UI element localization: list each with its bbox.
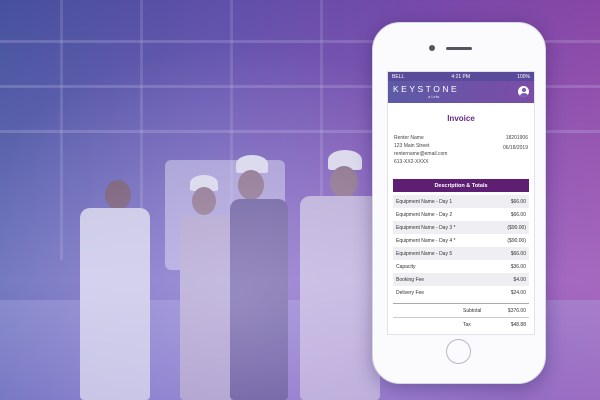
brand-logo: KEYSTONE xyxy=(393,84,460,94)
item-amount: $24.00 xyxy=(510,289,526,296)
item-label: Equipment Name - Day 2 xyxy=(396,211,453,218)
tax-value: $48.88 xyxy=(510,322,526,328)
item-amount: $66.00 xyxy=(510,250,526,257)
list-item: Equipment Name - Day 3 * ($90.00) xyxy=(393,221,529,234)
renter-name: Renter Name xyxy=(394,135,424,141)
phone-screen: BELL 4:21 PM 100% KEYSTONE a Leta Invoic… xyxy=(387,71,535,335)
list-item: Delivery Fee $24.00 xyxy=(393,286,529,299)
item-amount: $4.00 xyxy=(513,276,526,283)
list-item: Equipment Name - Day 2 $66.00 xyxy=(393,208,529,221)
item-label: Delivery Fee xyxy=(396,289,425,296)
item-amount: ($90.00) xyxy=(507,224,526,231)
carrier-label: BELL xyxy=(392,73,405,80)
app-header: KEYSTONE a Leta xyxy=(388,81,534,103)
tax-row: Tax $48.88 xyxy=(393,318,529,331)
speaker-grille xyxy=(446,47,472,50)
list-item: Equipment Name - Day 5 $66.00 xyxy=(393,247,529,260)
battery-label: 100% xyxy=(517,73,530,80)
item-label: Booking Fee xyxy=(396,276,425,283)
clock-label: 4:21 PM xyxy=(451,73,471,80)
list-item: Capacity $36.00 xyxy=(393,260,529,273)
item-label: Equipment Name - Day 3 * xyxy=(396,224,456,231)
user-avatar-icon[interactable] xyxy=(518,86,529,97)
status-bar: BELL 4:21 PM 100% xyxy=(388,72,534,81)
renter-address: 123 Main Street xyxy=(394,143,430,149)
totals-block: Subtotal $376.00 Tax $48.88 xyxy=(393,303,529,331)
item-label: Equipment Name - Day 5 xyxy=(396,250,453,257)
list-item: Equipment Name - Day 1 $66.00 xyxy=(393,195,529,208)
subtotal-label: Subtotal xyxy=(463,308,482,314)
brand-sublabel: a Leta xyxy=(428,94,440,99)
subtotal-row: Subtotal $376.00 xyxy=(393,304,529,318)
item-label: Equipment Name - Day 1 xyxy=(396,198,453,205)
section-header: Description & Totals xyxy=(393,179,529,192)
invoice-info: Renter Name 18201906 123 Main Street 06/… xyxy=(394,135,528,171)
line-items: Equipment Name - Day 1 $66.00 Equipment … xyxy=(393,195,529,299)
camera-icon xyxy=(429,45,435,51)
item-amount: $36.00 xyxy=(510,263,526,270)
renter-phone: 613-XX2-XXXX xyxy=(394,159,429,165)
item-amount: $66.00 xyxy=(510,211,526,218)
item-label: Capacity xyxy=(396,263,416,270)
invoice-title: Invoice xyxy=(447,114,475,123)
list-item: Booking Fee $4.00 xyxy=(393,273,529,286)
item-amount: ($90.00) xyxy=(507,237,526,244)
tax-label: Tax xyxy=(463,322,471,328)
home-button[interactable] xyxy=(446,339,471,364)
subtotal-value: $376.00 xyxy=(507,308,526,314)
item-amount: $66.00 xyxy=(510,198,526,205)
phone-mockup: BELL 4:21 PM 100% KEYSTONE a Leta Invoic… xyxy=(372,22,546,384)
renter-email: rentername@email.com xyxy=(394,151,448,157)
item-label: Equipment Name - Day 4 * xyxy=(396,237,456,244)
list-item: Equipment Name - Day 4 * ($90.00) xyxy=(393,234,529,247)
invoice-date: 06/18/2019 xyxy=(502,145,528,151)
invoice-number: 18201906 xyxy=(505,135,528,141)
